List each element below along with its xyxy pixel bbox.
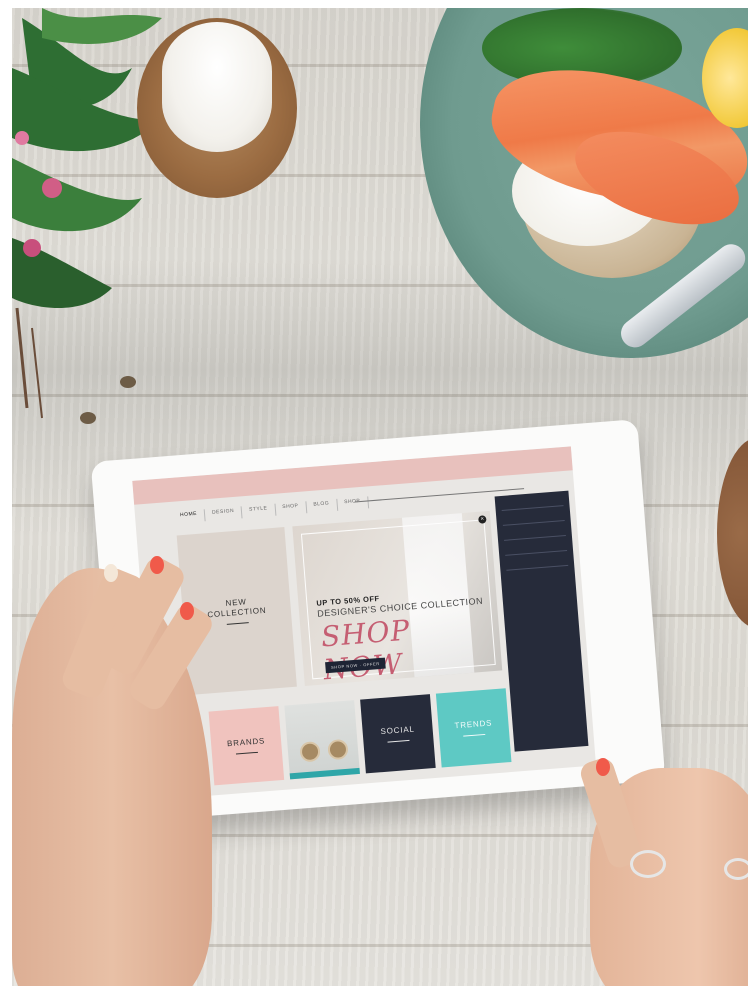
panel-row[interactable] bbox=[502, 512, 565, 526]
left-nail bbox=[180, 602, 194, 620]
nav-item-design[interactable]: DESIGN bbox=[204, 506, 243, 522]
pinecone bbox=[120, 376, 136, 388]
panel-row[interactable] bbox=[503, 527, 566, 541]
label-underline bbox=[235, 751, 258, 755]
ring bbox=[724, 858, 748, 880]
nav-item-blog[interactable]: BLOG bbox=[306, 498, 338, 514]
panel-row[interactable] bbox=[504, 541, 568, 556]
social-label: SOCIAL bbox=[380, 724, 416, 737]
brands-label: BRANDS bbox=[226, 736, 266, 749]
nav-item-shop-2[interactable]: SHOP bbox=[336, 496, 369, 511]
ring bbox=[630, 850, 666, 878]
pinecone bbox=[80, 412, 96, 424]
nav-item-style[interactable]: STYLE bbox=[241, 503, 276, 519]
new-collection-label: NEW COLLECTION bbox=[207, 597, 267, 620]
earring-image bbox=[327, 738, 349, 761]
photo-scene: HOME DESIGN STYLE SHOP BLOG SHOP NEW COL… bbox=[12, 8, 748, 986]
candle bbox=[162, 22, 272, 152]
panel-row[interactable] bbox=[505, 556, 569, 571]
label-underline bbox=[387, 739, 410, 743]
teal-stripe bbox=[289, 767, 360, 780]
left-nail bbox=[104, 564, 118, 582]
earrings-photo-tile[interactable] bbox=[284, 700, 360, 780]
nav-item-shop[interactable]: SHOP bbox=[274, 501, 308, 516]
close-icon[interactable]: × bbox=[478, 515, 487, 524]
side-panel bbox=[494, 490, 589, 752]
left-nail bbox=[150, 556, 164, 574]
right-nail bbox=[596, 758, 610, 776]
site-nav: HOME DESIGN STYLE SHOP BLOG SHOP bbox=[172, 496, 369, 524]
social-tile[interactable]: SOCIAL bbox=[360, 694, 436, 774]
panel-row[interactable] bbox=[501, 497, 564, 511]
hero-banner[interactable]: × UP TO 50% OFF DESIGNER'S CHOICE COLLEC… bbox=[292, 510, 503, 687]
label-underline bbox=[463, 733, 486, 737]
brands-tile[interactable]: BRANDS bbox=[208, 706, 285, 786]
earring-image bbox=[299, 740, 321, 763]
shop-now-headline: SHOP NOW bbox=[319, 613, 412, 687]
trends-label: TRENDS bbox=[454, 718, 493, 731]
nav-item-home[interactable]: HOME bbox=[172, 509, 206, 524]
label-underline bbox=[226, 622, 249, 625]
trends-tile[interactable]: TRENDS bbox=[435, 688, 512, 768]
